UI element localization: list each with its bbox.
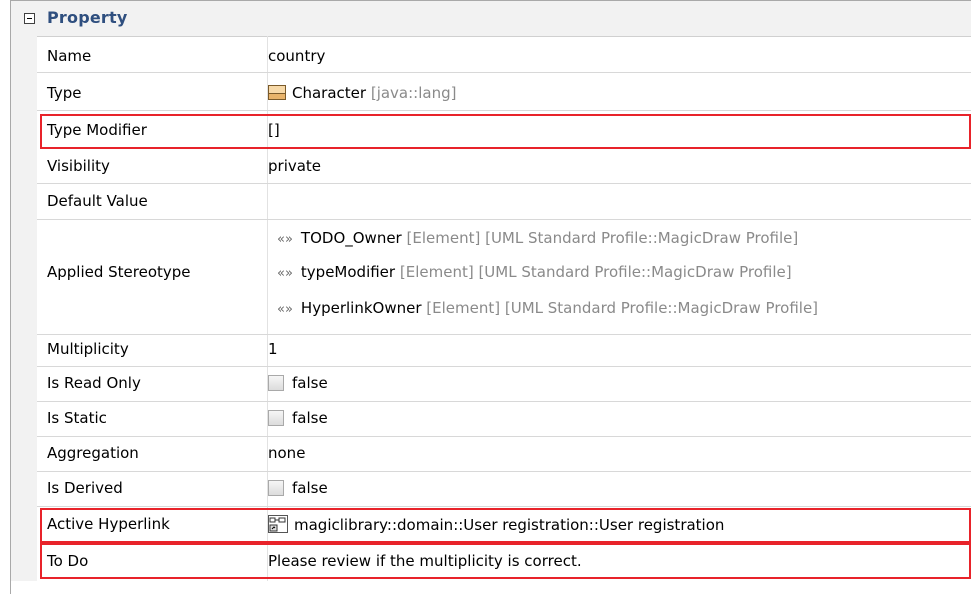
property-value: false: [292, 409, 328, 427]
row-divider: [37, 401, 971, 402]
row-aggregation[interactable]: Aggregation none: [37, 444, 971, 468]
property-value[interactable]: 1: [268, 340, 278, 358]
row-is-read-only[interactable]: Is Read Only false: [37, 374, 971, 398]
highlight-box: [40, 114, 971, 149]
row-divider: [37, 334, 971, 335]
checkbox[interactable]: [268, 410, 284, 426]
row-visibility[interactable]: Visibility private: [37, 157, 971, 181]
property-value[interactable]: private: [268, 157, 321, 175]
row-divider: [37, 366, 971, 367]
stereotype-item[interactable]: «» TODO_Owner [Element] [UML Standard Pro…: [37, 229, 971, 253]
row-divider: [37, 183, 971, 184]
property-name: Default Value: [47, 192, 148, 210]
property-value: false: [292, 374, 328, 392]
stereotype-meta: [Element] [UML Standard Profile::MagicDr…: [426, 299, 819, 317]
row-type[interactable]: Type Character [java::lang]: [37, 84, 971, 108]
section-title: Property: [47, 8, 128, 27]
row-divider: [37, 110, 971, 111]
stereotype-name: HyperlinkOwner: [300, 299, 422, 317]
row-is-static[interactable]: Is Static false: [37, 409, 971, 433]
section-header: [11, 1, 971, 36]
property-name: Visibility: [47, 157, 110, 175]
stereotype-name: TODO_Owner: [300, 229, 402, 247]
property-name: Is Derived: [47, 479, 123, 497]
checkbox[interactable]: [268, 480, 284, 496]
property-name: Is Read Only: [47, 374, 141, 392]
property-value[interactable]: Character [java::lang]: [268, 84, 456, 102]
stereotype-item[interactable]: «» HyperlinkOwner [Element] [UML Standard…: [37, 299, 971, 323]
property-name: Multiplicity: [47, 340, 129, 358]
row-name[interactable]: Name country: [37, 47, 971, 71]
property-name: Is Static: [47, 409, 107, 427]
divider: [37, 36, 971, 37]
property-value[interactable]: country: [268, 47, 325, 65]
row-divider: [37, 436, 971, 437]
class-icon: [268, 85, 286, 100]
highlight-box: [40, 508, 971, 543]
stereotype-meta: [Element] [UML Standard Profile::MagicDr…: [399, 263, 792, 281]
collapse-toggle-icon[interactable]: [24, 13, 35, 24]
stereotype-name: typeModifier: [300, 263, 396, 281]
row-divider: [37, 506, 971, 507]
row-divider: [37, 219, 971, 220]
property-name: Type: [47, 84, 82, 102]
highlight-box: [40, 543, 971, 579]
property-name: Name: [47, 47, 92, 65]
property-name: Aggregation: [47, 444, 139, 462]
property-value[interactable]: none: [268, 444, 305, 462]
checkbox[interactable]: [268, 375, 284, 391]
row-divider: [37, 72, 971, 73]
property-value: false: [292, 479, 328, 497]
row-multiplicity[interactable]: Multiplicity 1: [37, 340, 971, 364]
stereotype-icon: «»: [277, 302, 293, 317]
row-default-value[interactable]: Default Value: [37, 192, 971, 216]
stereotype-icon: «»: [277, 232, 293, 247]
stereotype-meta: [Element] [UML Standard Profile::MagicDr…: [406, 229, 799, 247]
type-value: Character: [292, 84, 367, 102]
row-divider: [37, 471, 971, 472]
type-namespace: [java::lang]: [370, 84, 457, 102]
stereotype-item[interactable]: «» typeModifier [Element] [UML Standard P…: [37, 263, 971, 287]
gutter: [11, 36, 37, 581]
row-is-derived[interactable]: Is Derived false: [37, 479, 971, 503]
stereotype-icon: «»: [277, 266, 293, 281]
